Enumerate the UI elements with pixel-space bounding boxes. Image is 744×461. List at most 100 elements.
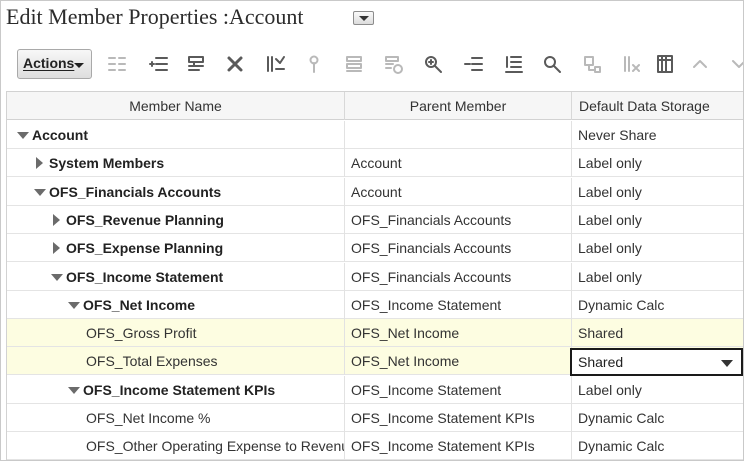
data-storage-cell[interactable]: Label only xyxy=(572,149,743,177)
parent-member-cell[interactable]: OFS_Income Statement KPIs xyxy=(345,404,572,432)
member-grid: Member Name Parent Member Default Data S… xyxy=(6,91,743,460)
table-row[interactable]: OFS_Other Operating Expense to Revenue OF… xyxy=(7,432,743,460)
member-name-label: OFS_Total Expenses xyxy=(86,353,218,370)
edit-columns-icon[interactable] xyxy=(264,53,286,75)
expand-triangle-down-icon[interactable] xyxy=(51,273,63,281)
data-storage-cell[interactable]: Dynamic Calc xyxy=(572,404,743,432)
data-storage-dropdown[interactable]: Shared xyxy=(570,348,743,377)
delete-icon[interactable] xyxy=(224,53,246,75)
shared-member-icon xyxy=(581,53,603,75)
actions-menu-label: Actions xyxy=(23,55,75,71)
data-storage-cell[interactable]: Never Share xyxy=(572,121,743,149)
member-name-label: OFS_Income Statement xyxy=(66,268,224,285)
parent-member-cell[interactable]: OFS_Income Statement xyxy=(345,375,572,404)
table-row[interactable]: OFS_Income Statement OFS_Financials Accou… xyxy=(7,262,743,291)
zoom-out-icon[interactable] xyxy=(463,53,485,75)
data-storage-cell[interactable]: Dynamic Calc xyxy=(572,432,743,460)
collapse-triangle-right-icon[interactable] xyxy=(53,242,60,255)
member-name-cell[interactable]: OFS_Total Expenses xyxy=(7,347,345,376)
member-name-cell[interactable]: OFS_Revenue Planning xyxy=(7,205,345,234)
parent-member-cell[interactable]: OFS_Financials Accounts xyxy=(345,262,572,291)
member-name-label: System Members xyxy=(49,155,165,172)
collapse-triangle-right-icon[interactable] xyxy=(53,213,60,226)
expand-triangle-down-icon[interactable] xyxy=(68,301,80,309)
table-row[interactable]: OFS_Expense Planning OFS_Financials Accou… xyxy=(7,234,743,263)
member-name-cell[interactable]: System Members xyxy=(7,149,345,178)
column-header-parent-member[interactable]: Parent Member xyxy=(345,92,572,120)
title-menu-dropdown-icon[interactable] xyxy=(353,11,374,25)
expand-triangle-down-icon[interactable] xyxy=(34,188,46,196)
zoom-bottom-icon[interactable] xyxy=(502,53,524,75)
zoom-in-icon[interactable] xyxy=(422,53,444,75)
toolbar: Actions xyxy=(1,41,743,91)
data-storage-cell[interactable]: Label only xyxy=(572,263,743,291)
move-member-icon xyxy=(106,53,128,75)
member-name-cell[interactable]: OFS_Income Statement KPIs xyxy=(7,375,345,404)
data-storage-selected-value: Shared xyxy=(578,354,624,371)
parent-member-cell[interactable]: OFS_Net Income xyxy=(345,319,572,348)
member-name-label: OFS_Other Operating Expense to Revenue xyxy=(86,438,345,455)
page-title: Edit Member Properties :Account xyxy=(6,4,304,29)
edit-member-properties-window: Edit Member Properties :Account Actions … xyxy=(0,0,744,461)
search-icon[interactable] xyxy=(541,53,563,75)
data-storage-cell[interactable]: Label only xyxy=(572,206,743,234)
table-row[interactable]: OFS_Total Expenses OFS_Net Income Shared xyxy=(7,347,743,377)
table-row[interactable]: OFS_Net Income % OFS_Income Statement KPI… xyxy=(7,404,743,432)
member-name-cell[interactable]: OFS_Net Income % xyxy=(7,404,345,432)
member-name-cell[interactable]: OFS_Financials Accounts xyxy=(7,177,345,206)
member-name-label: OFS_Expense Planning xyxy=(66,240,224,257)
member-name-cell[interactable]: OFS_Expense Planning xyxy=(7,234,345,263)
table-row[interactable]: Account Never Share xyxy=(7,121,743,149)
parent-member-cell[interactable]: Account xyxy=(345,177,572,206)
column-settings-icon[interactable] xyxy=(654,53,676,75)
table-row[interactable]: OFS_Income Statement KPIs OFS_Income Stat… xyxy=(7,375,743,404)
parent-member-cell[interactable]: OFS_Income Statement KPIs xyxy=(345,432,572,460)
parent-member-cell[interactable]: Account xyxy=(345,149,572,178)
table-row[interactable]: System Members Account Label only xyxy=(7,149,743,178)
parent-member-cell[interactable]: OFS_Net Income xyxy=(345,347,572,376)
table-row[interactable]: OFS_Gross Profit OFS_Net Income Shared xyxy=(7,319,743,348)
table-row[interactable]: OFS_Revenue Planning OFS_Financials Accou… xyxy=(7,205,743,234)
parent-member-cell[interactable]: OFS_Income Statement xyxy=(345,290,572,319)
table-row[interactable]: OFS_Net Income OFS_Income Statement Dynami… xyxy=(7,290,743,319)
title-bar: Edit Member Properties :Account xyxy=(1,1,743,35)
member-name-cell[interactable]: OFS_Gross Profit xyxy=(7,319,345,348)
member-name-label: OFS_Net Income % xyxy=(86,410,211,426)
move-down-icon xyxy=(728,53,743,75)
member-name-label: Account xyxy=(32,127,88,143)
column-header-default-data-storage[interactable]: Default Data Storage xyxy=(572,92,743,120)
add-child-icon[interactable] xyxy=(147,53,169,75)
member-name-label: OFS_Financials Accounts xyxy=(49,183,222,200)
grid-header: Member Name Parent Member Default Data S… xyxy=(7,92,743,120)
member-name-cell[interactable]: Account xyxy=(7,121,345,149)
data-storage-cell[interactable]: Dynamic Calc xyxy=(572,291,743,319)
member-name-cell[interactable]: OFS_Net Income xyxy=(7,290,345,319)
refresh-icon xyxy=(382,53,404,75)
column-header-member-name[interactable]: Member Name xyxy=(7,92,345,120)
data-storage-cell[interactable]: Shared xyxy=(572,319,743,347)
parent-member-cell[interactable] xyxy=(345,121,572,149)
data-storage-cell[interactable]: Label only xyxy=(572,376,743,404)
add-sibling-icon[interactable] xyxy=(185,53,207,75)
data-storage-cell[interactable]: Label only xyxy=(572,234,743,262)
expand-triangle-down-icon[interactable] xyxy=(17,132,29,139)
copy-member-icon xyxy=(343,53,365,75)
member-name-label: OFS_Gross Profit xyxy=(86,325,197,342)
chevron-down-icon[interactable] xyxy=(721,360,733,368)
member-name-label: OFS_Revenue Planning xyxy=(66,211,224,228)
data-storage-cell[interactable]: Label only xyxy=(572,178,743,206)
member-name-label: OFS_Net Income xyxy=(83,296,196,313)
actions-menu-button[interactable]: Actions xyxy=(17,49,92,79)
pin-icon xyxy=(303,53,325,75)
remove-shared-icon xyxy=(621,53,643,75)
parent-member-cell[interactable]: OFS_Financials Accounts xyxy=(345,205,572,234)
collapse-triangle-right-icon[interactable] xyxy=(36,157,43,170)
table-row[interactable]: OFS_Financials Accounts Account Label only xyxy=(7,177,743,206)
chevron-down-icon xyxy=(74,63,84,68)
expand-triangle-down-icon[interactable] xyxy=(68,386,80,394)
member-name-cell[interactable]: OFS_Other Operating Expense to Revenue xyxy=(7,432,345,460)
member-name-label: OFS_Income Statement KPIs xyxy=(83,381,276,398)
member-name-cell[interactable]: OFS_Income Statement xyxy=(7,262,345,291)
move-up-icon xyxy=(689,53,711,75)
parent-member-cell[interactable]: OFS_Financials Accounts xyxy=(345,234,572,263)
